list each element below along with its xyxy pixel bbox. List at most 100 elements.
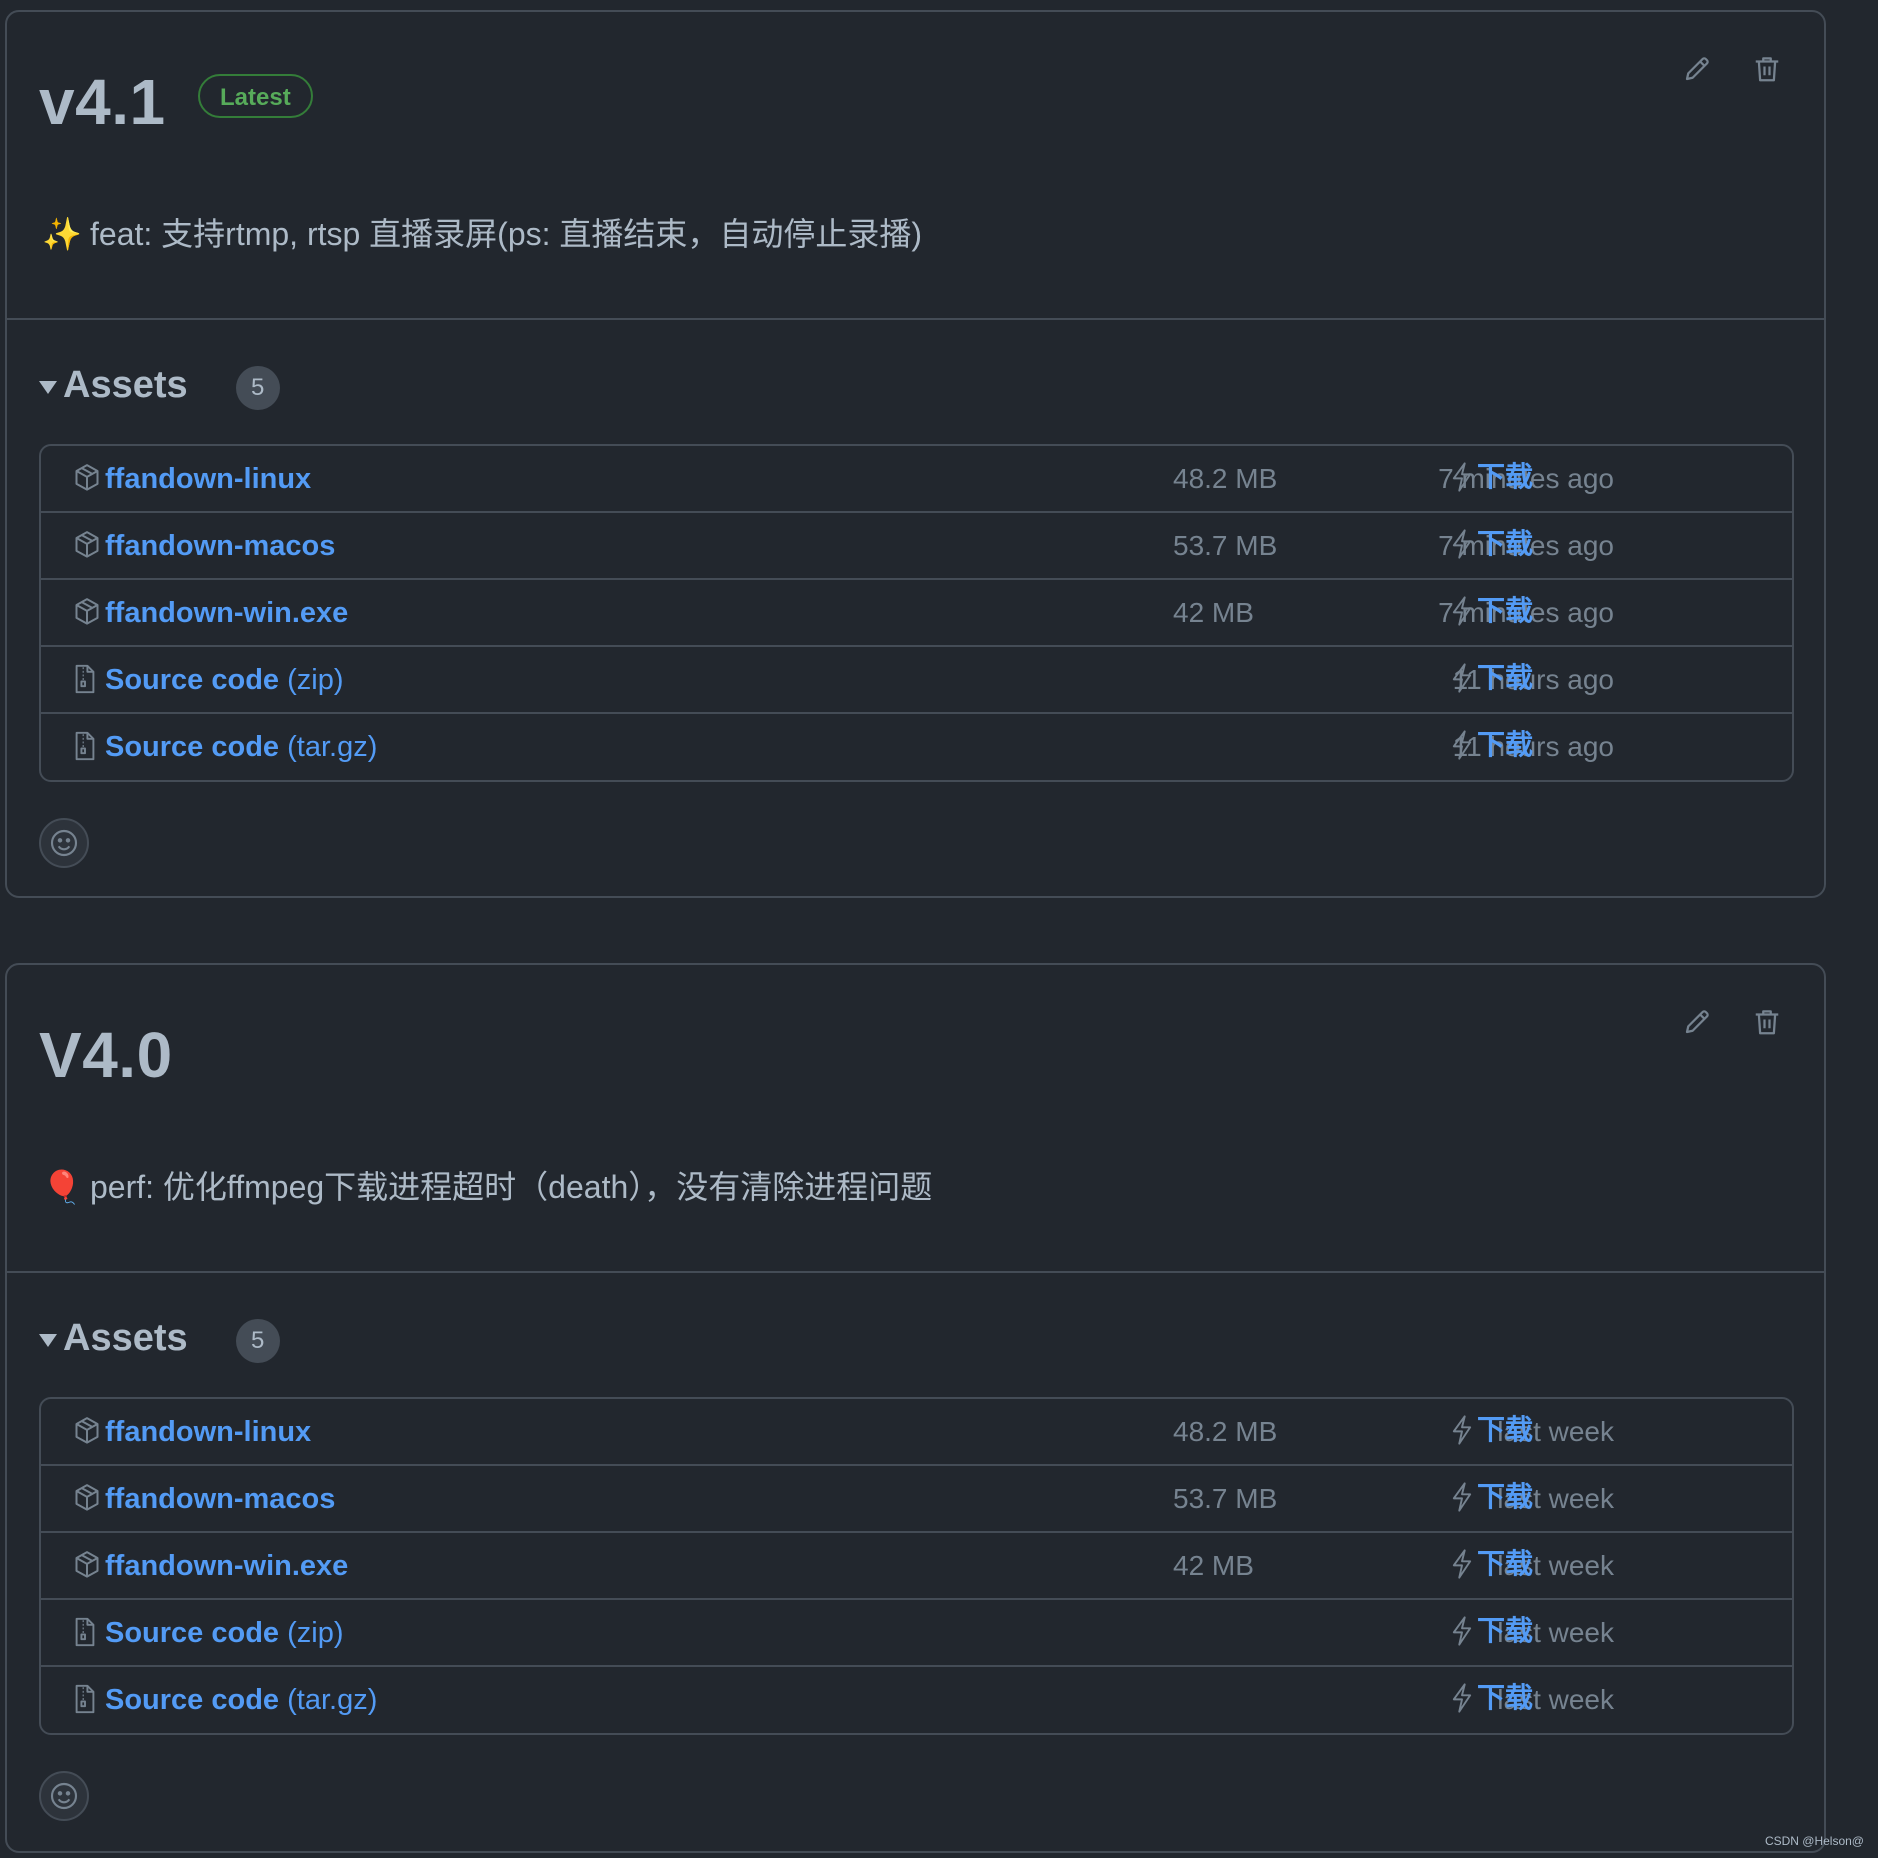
download-button[interactable]: 下载 — [1451, 726, 1533, 764]
release-card-v4-0: V4.0 🎈 perf: 优化ffmpeg下载进程超时（death），没有清除进程… — [5, 963, 1826, 1853]
asset-row: ffandown-macos 53.7 MB last week 下载 — [41, 1466, 1792, 1533]
assets-toggle[interactable]: Assets 5 — [39, 1313, 280, 1363]
asset-row: ffandown-win.exe 42 MB 7 minutes ago 下载 — [41, 580, 1792, 647]
lightning-icon — [1451, 730, 1477, 760]
lightning-icon — [1451, 1549, 1477, 1579]
download-button[interactable]: 下载 — [1451, 1411, 1533, 1449]
download-button[interactable]: 下载 — [1451, 659, 1533, 697]
release-card-v4-1: v4.1 Latest ✨ feat: 支持rtmp, rtsp 直播录屏(ps:… — [5, 10, 1826, 898]
asset-link[interactable]: Source code (tar.gz) — [105, 1681, 377, 1719]
package-icon — [73, 1415, 101, 1447]
download-label: 下载 — [1477, 662, 1534, 693]
asset-size: 42 MB — [1173, 1550, 1254, 1581]
assets-count: 5 — [235, 1319, 280, 1363]
asset-suffix: (tar.gz) — [279, 1684, 378, 1716]
download-button[interactable]: 下载 — [1451, 1478, 1533, 1516]
smiley-icon — [50, 829, 78, 857]
asset-link[interactable]: Source code (zip) — [105, 1614, 344, 1652]
release-title[interactable]: V4.0 — [39, 1017, 173, 1093]
balloon-icon: 🎈 — [42, 1169, 82, 1205]
asset-name: ffandown-linux — [105, 1416, 312, 1448]
edit-pencil-icon[interactable] — [1680, 52, 1714, 86]
add-reaction-button[interactable] — [39, 1771, 89, 1821]
asset-size: 53.7 MB — [1173, 1483, 1278, 1514]
download-label: 下载 — [1477, 461, 1534, 492]
asset-link[interactable]: ffandown-macos — [105, 527, 335, 565]
assets-count: 5 — [235, 366, 280, 410]
lightning-icon — [1451, 1616, 1477, 1646]
package-icon — [73, 1482, 101, 1514]
asset-link[interactable]: ffandown-linux — [105, 1413, 311, 1451]
asset-name: ffandown-linux — [105, 463, 312, 495]
asset-name: Source code — [105, 1617, 280, 1649]
assets-label: Assets — [63, 363, 188, 406]
asset-size: 42 MB — [1173, 597, 1254, 628]
download-button[interactable]: 下载 — [1451, 592, 1533, 630]
asset-suffix: (zip) — [279, 1617, 344, 1649]
asset-name: Source code — [105, 664, 280, 696]
caret-down-icon — [39, 380, 57, 394]
package-icon — [73, 462, 101, 494]
package-icon — [73, 596, 101, 628]
asset-size: 53.7 MB — [1173, 530, 1278, 561]
download-label: 下载 — [1477, 1548, 1534, 1579]
asset-row: ffandown-linux 48.2 MB last week 下载 — [41, 1399, 1792, 1466]
latest-badge: Latest — [198, 74, 313, 118]
download-label: 下载 — [1477, 1615, 1534, 1646]
lightning-icon — [1451, 462, 1477, 492]
download-label: 下载 — [1477, 1481, 1534, 1512]
asset-link[interactable]: ffandown-win.exe — [105, 1547, 348, 1585]
release-title[interactable]: v4.1 — [39, 64, 166, 140]
package-icon — [73, 1549, 101, 1581]
release-notes-text: feat: 支持rtmp, rtsp 直播录屏(ps: 直播结束，自动停止录播) — [90, 216, 923, 252]
download-button[interactable]: 下载 — [1451, 525, 1533, 563]
asset-suffix: (zip) — [279, 664, 344, 696]
lightning-icon — [1451, 663, 1477, 693]
lightning-icon — [1451, 1415, 1477, 1445]
asset-size: 48.2 MB — [1173, 463, 1278, 494]
assets-list: ffandown-linux 48.2 MB 7 minutes ago 下载 ffan… — [39, 444, 1794, 782]
file-zip-icon — [73, 1683, 101, 1715]
asset-name: ffandown-win.exe — [105, 1550, 349, 1582]
caret-down-icon — [39, 1333, 57, 1347]
release-notes: 🎈 perf: 优化ffmpeg下载进程超时（death），没有清除进程问题 — [42, 1165, 932, 1209]
asset-name: ffandown-macos — [105, 530, 336, 562]
asset-row: ffandown-linux 48.2 MB 7 minutes ago 下载 — [41, 446, 1792, 513]
release-header: v4.1 Latest ✨ feat: 支持rtmp, rtsp 直播录屏(ps:… — [7, 12, 1824, 320]
download-label: 下载 — [1477, 729, 1534, 760]
release-actions — [1680, 52, 1784, 86]
assets-list: ffandown-linux 48.2 MB last week 下载 ffandown… — [39, 1397, 1794, 1735]
asset-size: 48.2 MB — [1173, 1416, 1278, 1447]
asset-link[interactable]: Source code (zip) — [105, 661, 344, 699]
download-button[interactable]: 下载 — [1451, 458, 1533, 496]
download-button[interactable]: 下载 — [1451, 1612, 1533, 1650]
asset-row: ffandown-macos 53.7 MB 7 minutes ago 下载 — [41, 513, 1792, 580]
edit-pencil-icon[interactable] — [1680, 1005, 1714, 1039]
asset-link[interactable]: Source code (tar.gz) — [105, 728, 377, 766]
asset-link[interactable]: ffandown-linux — [105, 460, 311, 498]
asset-link[interactable]: ffandown-win.exe — [105, 594, 348, 632]
asset-name: Source code — [105, 1684, 280, 1716]
package-icon — [73, 529, 101, 561]
trash-icon[interactable] — [1750, 52, 1784, 86]
asset-name: Source code — [105, 731, 280, 763]
asset-row: Source code (tar.gz) 11 hours ago 下载 — [41, 714, 1792, 780]
asset-suffix: (tar.gz) — [279, 731, 378, 763]
asset-row: ffandown-win.exe 42 MB last week 下载 — [41, 1533, 1792, 1600]
asset-row: Source code (tar.gz) last week 下载 — [41, 1667, 1792, 1733]
asset-name: ffandown-win.exe — [105, 597, 349, 629]
file-zip-icon — [73, 730, 101, 762]
trash-icon[interactable] — [1750, 1005, 1784, 1039]
download-label: 下载 — [1477, 528, 1534, 559]
assets-toggle[interactable]: Assets 5 — [39, 360, 280, 410]
asset-link[interactable]: ffandown-macos — [105, 1480, 335, 1518]
smiley-icon — [50, 1782, 78, 1810]
download-button[interactable]: 下载 — [1451, 1545, 1533, 1583]
release-notes: ✨ feat: 支持rtmp, rtsp 直播录屏(ps: 直播结束，自动停止录播… — [42, 212, 922, 256]
release-actions — [1680, 1005, 1784, 1039]
sparkles-icon: ✨ — [42, 216, 82, 252]
download-button[interactable]: 下载 — [1451, 1679, 1533, 1717]
lightning-icon — [1451, 596, 1477, 626]
asset-name: ffandown-macos — [105, 1483, 336, 1515]
add-reaction-button[interactable] — [39, 818, 89, 868]
